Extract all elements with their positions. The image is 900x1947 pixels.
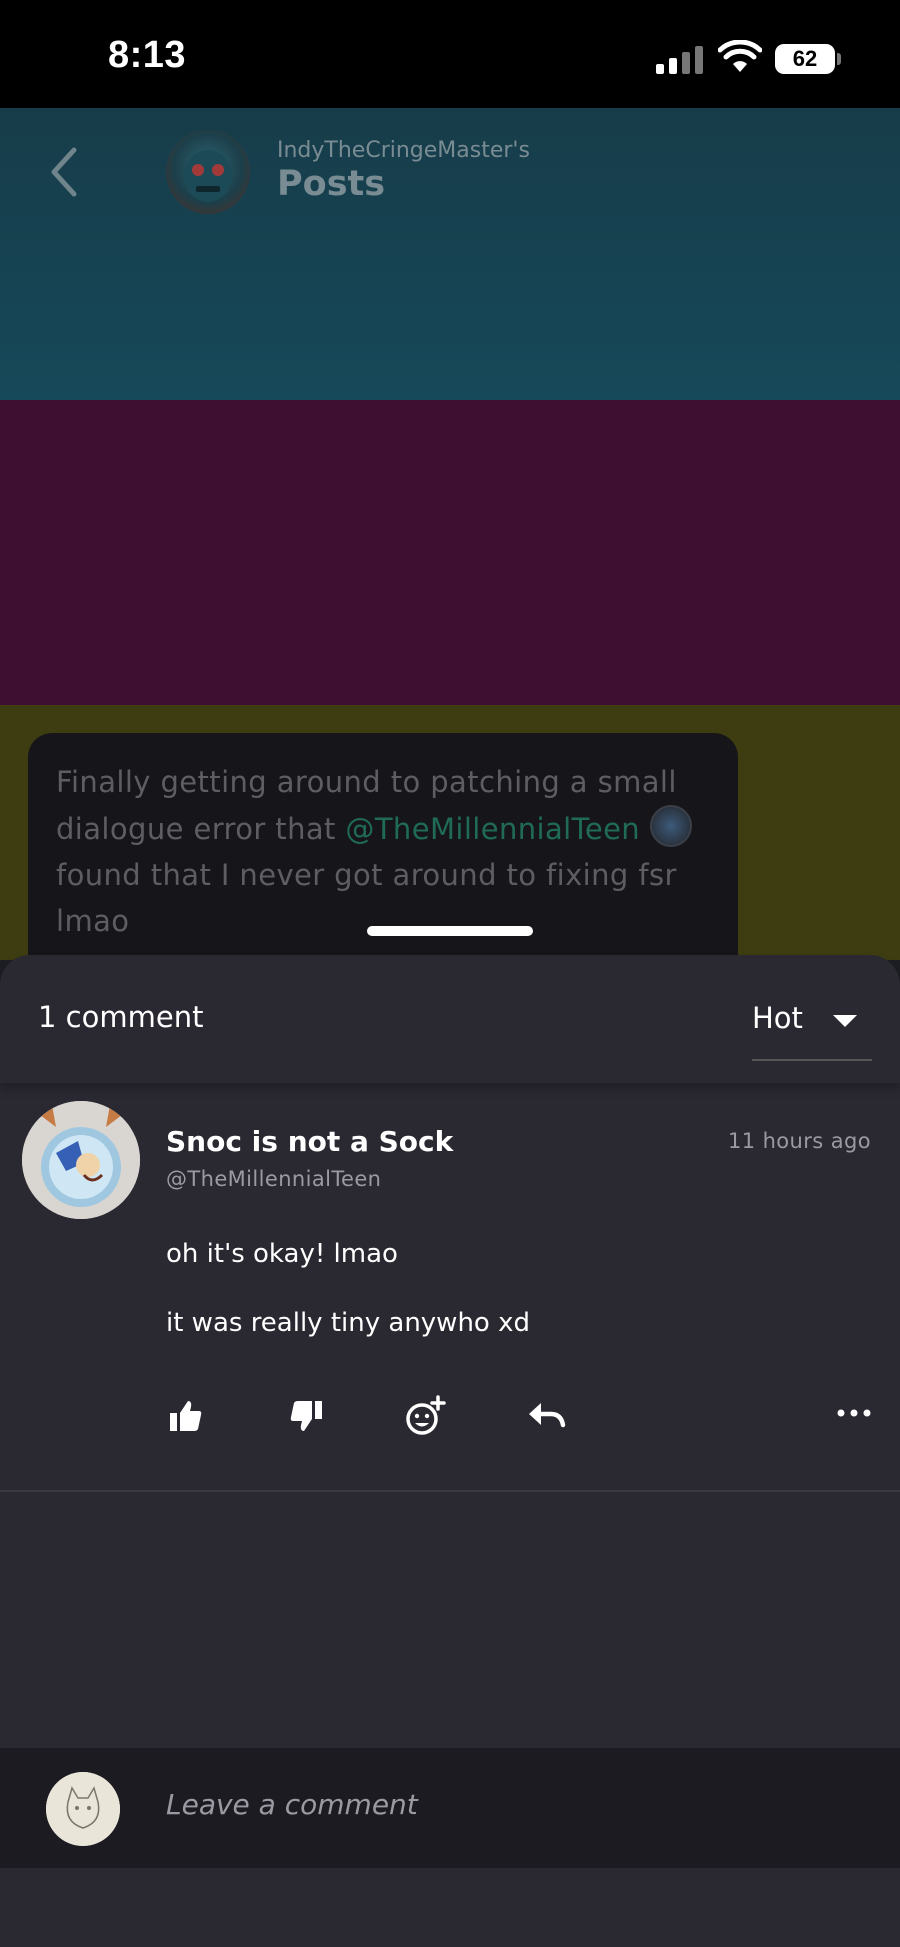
sort-dropdown[interactable]: Hot	[752, 989, 872, 1061]
home-indicator	[367, 926, 533, 936]
commenter-avatar[interactable]	[22, 1101, 140, 1219]
comment-text-line: oh it's okay! lmao	[166, 1239, 398, 1269]
comment-actions	[0, 1393, 900, 1443]
comment-compose-bar	[0, 1748, 900, 1868]
page-title: Posts	[277, 164, 386, 204]
comment-author[interactable]: Snoc is not a Sock	[166, 1125, 453, 1158]
post-text-after: found that I never got around to fixing …	[56, 858, 677, 938]
post-mention-link[interactable]: @TheMillennialTeen	[345, 812, 640, 846]
back-arrow-icon[interactable]	[44, 144, 84, 200]
comment-item: Snoc is not a Sock @TheMillennialTeen 11…	[0, 1083, 900, 1492]
comment-timestamp: 11 hours ago	[728, 1129, 871, 1153]
chevron-down-icon	[833, 1015, 857, 1027]
thumbs-down-icon[interactable]	[284, 1393, 330, 1439]
reply-icon[interactable]	[523, 1393, 569, 1439]
mention-avatar	[649, 805, 692, 847]
comment-text-line: it was really tiny anywho xd	[166, 1308, 530, 1338]
status-time: 8:13	[108, 34, 187, 76]
comments-header: 1 comment Hot	[0, 955, 900, 1083]
header-subtitle: IndyTheCringeMaster's	[277, 138, 530, 163]
wifi-icon	[718, 40, 762, 72]
battery-cap	[837, 53, 841, 65]
add-reaction-icon[interactable]	[402, 1393, 448, 1439]
status-bar: 8:13 62	[0, 0, 900, 108]
signal-icon	[656, 44, 704, 74]
current-user-avatar	[46, 1772, 120, 1846]
battery-icon: 62	[775, 44, 835, 74]
comment-count: 1 comment	[38, 1000, 204, 1034]
thumbs-up-icon[interactable]	[162, 1393, 208, 1439]
post-text: Finally getting around to patching a sma…	[56, 759, 716, 944]
more-options-icon[interactable]	[832, 1393, 878, 1439]
post-card[interactable]: Finally getting around to patching a sma…	[28, 733, 738, 993]
sort-value: Hot	[752, 1001, 803, 1035]
profile-banner-magenta	[0, 400, 900, 705]
comment-input[interactable]	[166, 1788, 846, 1821]
profile-avatar[interactable]	[166, 130, 250, 214]
comment-handle[interactable]: @TheMillennialTeen	[166, 1167, 381, 1191]
